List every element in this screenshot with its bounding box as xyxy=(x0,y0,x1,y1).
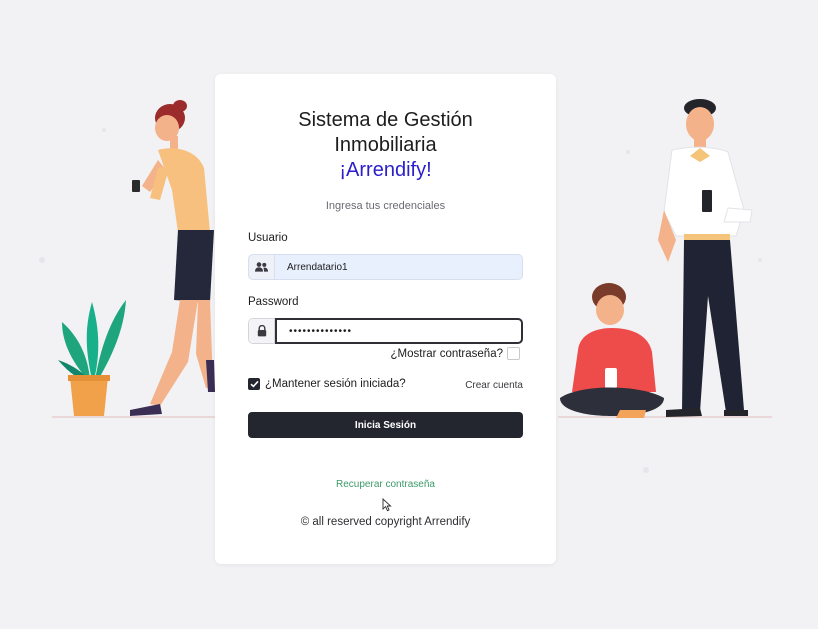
login-page: Sistema de Gestión Inmobiliaria ¡Arrendi… xyxy=(0,0,818,629)
username-input-group xyxy=(248,254,523,280)
users-icon xyxy=(249,255,275,279)
brand-name: ¡Arrendify! xyxy=(339,159,432,181)
page-title: Sistema de Gestión Inmobiliaria xyxy=(215,108,556,158)
password-label: Password xyxy=(248,296,299,308)
title-line-1: Sistema de Gestión xyxy=(298,109,473,131)
remember-session-label: ¿Mantener sesión iniciada? xyxy=(265,378,406,390)
woman-illustration xyxy=(130,100,215,416)
copyright-text: © all reserved copyright Arrendify xyxy=(300,516,471,528)
show-password-checkbox[interactable] xyxy=(507,347,520,360)
standing-man-illustration xyxy=(658,99,753,417)
check-icon xyxy=(249,380,259,388)
create-account-link[interactable]: Crear cuenta xyxy=(465,380,523,391)
recover-password-link[interactable]: Recuperar contraseña xyxy=(215,479,556,490)
username-label: Usuario xyxy=(248,232,288,244)
show-password-toggle[interactable]: ¿Mostrar contraseña? xyxy=(390,347,520,360)
login-button[interactable]: Inicia Sesión xyxy=(248,412,523,438)
plant-illustration xyxy=(58,300,126,416)
subtitle: Ingresa tus credenciales xyxy=(325,200,446,212)
remember-session-option[interactable]: ¿Mantener sesión iniciada? xyxy=(248,378,406,390)
title-line-2: Inmobiliaria xyxy=(334,134,437,156)
sitting-boy-illustration xyxy=(560,283,664,418)
remember-session-checkbox[interactable] xyxy=(248,378,260,390)
mouse-cursor-icon xyxy=(382,498,392,512)
username-input[interactable] xyxy=(275,255,522,279)
password-input[interactable] xyxy=(275,318,523,344)
show-password-label: ¿Mostrar contraseña? xyxy=(390,347,504,360)
login-card: Sistema de Gestión Inmobiliaria ¡Arrendi… xyxy=(215,74,556,564)
lock-icon xyxy=(249,319,275,343)
password-input-group xyxy=(248,318,523,344)
